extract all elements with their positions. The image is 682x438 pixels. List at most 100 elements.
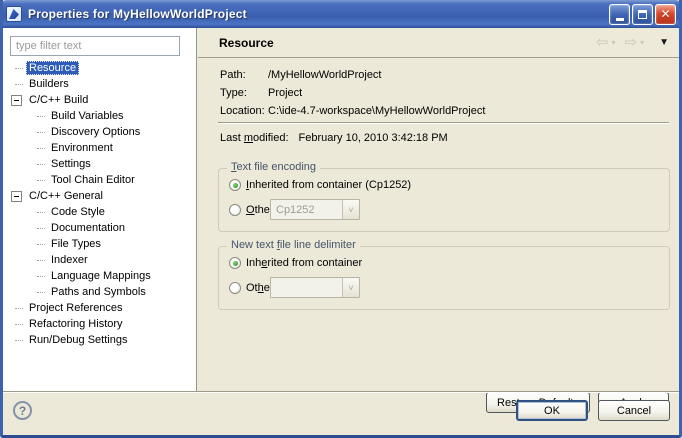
tree-item-label: Refactoring History	[26, 317, 126, 331]
location-label: Location:	[220, 105, 268, 117]
tree-item-environment[interactable]: Environment	[3, 140, 196, 156]
radio-checked-icon[interactable]	[229, 179, 241, 191]
tree-item-file-types[interactable]: File Types	[3, 236, 196, 252]
tree-connector	[37, 148, 45, 149]
collapse-minus-icon[interactable]	[11, 95, 22, 106]
dialog-body: Resource Builders C/C++ Build Build Variabl…	[3, 28, 679, 435]
separator	[218, 122, 669, 124]
tree-connector	[37, 116, 45, 117]
tree-item-label: C/C++ Build	[26, 93, 91, 107]
radio-unchecked-icon[interactable]	[229, 282, 241, 294]
tree-item-label: Project References	[26, 301, 126, 315]
tree-item-builders[interactable]: Builders	[3, 76, 196, 92]
text-file-encoding-title: Text file encoding	[227, 161, 320, 173]
line-delimiter-title: New text file line delimiter	[227, 239, 360, 251]
encoding-combo-value: Cp1252	[271, 204, 342, 216]
type-value: Project	[268, 87, 302, 99]
properties-dialog: Properties for MyHellowWorldProject ✕ Re…	[0, 0, 682, 438]
minimize-button[interactable]	[609, 4, 630, 25]
close-icon: ✕	[660, 8, 670, 20]
tree-item-build-variables[interactable]: Build Variables	[3, 108, 196, 124]
cancel-button[interactable]: Cancel	[598, 400, 670, 421]
window-title: Properties for MyHellowWorldProject	[28, 7, 609, 21]
close-button[interactable]: ✕	[655, 4, 676, 25]
chevron-down-icon[interactable]: ˅	[342, 200, 359, 219]
tree-item-code-style[interactable]: Code Style	[3, 204, 196, 220]
title-bar: Properties for MyHellowWorldProject ✕	[0, 0, 682, 28]
path-label: Path:	[220, 69, 268, 81]
path-row: Path: /MyHellowWorldProject	[220, 69, 382, 81]
tree-item-discovery-options[interactable]: Discovery Options	[3, 124, 196, 140]
navigation-panel: Resource Builders C/C++ Build Build Variabl…	[3, 28, 197, 391]
tree-connector	[37, 292, 45, 293]
tree-connector	[37, 228, 45, 229]
page-title: Resource	[219, 36, 596, 50]
forward-arrow-icon[interactable]: ⇨	[625, 35, 638, 50]
last-modified-row: Last modified: February 10, 2010 3:42:18…	[220, 132, 448, 144]
tree-item-label: Run/Debug Settings	[26, 333, 130, 347]
back-dropdown-icon[interactable]: ▾	[611, 39, 615, 47]
help-icon[interactable]: ?	[13, 401, 32, 420]
location-row: Location: C:\ide-4.7-workspace\MyHellowW…	[220, 105, 485, 117]
collapse-minus-icon[interactable]	[11, 191, 22, 202]
tree-item-label: Language Mappings	[48, 269, 154, 283]
tree-item-run-debug-settings[interactable]: Run/Debug Settings	[3, 332, 196, 348]
encoding-inherited-option[interactable]: Inherited from container (Cp1252)	[229, 178, 411, 192]
radio-unchecked-icon[interactable]	[229, 204, 241, 216]
type-row: Type: Project	[220, 87, 302, 99]
tree-item-label: Environment	[48, 141, 116, 155]
forward-dropdown-icon[interactable]: ▾	[640, 39, 644, 47]
delimiter-inherited-option[interactable]: Inherited from container	[229, 256, 362, 270]
tree-connector	[15, 84, 23, 85]
tree-item-label: Discovery Options	[48, 125, 143, 139]
path-value: /MyHellowWorldProject	[268, 69, 382, 81]
tree-connector	[37, 260, 45, 261]
radio-checked-icon[interactable]	[229, 257, 241, 269]
maximize-button[interactable]	[632, 4, 653, 25]
tree-item-label: Documentation	[48, 221, 128, 235]
back-arrow-icon[interactable]: ⇦	[596, 35, 609, 50]
tree-item-label: Settings	[48, 157, 94, 171]
location-value: C:\ide-4.7-workspace\MyHellowWorldProjec…	[268, 105, 485, 117]
encoding-combo[interactable]: Cp1252 ˅	[270, 199, 360, 220]
tree-connector	[37, 212, 45, 213]
resource-page: Resource ⇦ ▾ ⇨ ▾ ▼ Path: /MyHellowWorldP…	[198, 28, 679, 391]
delimiter-combo[interactable]: ˅	[270, 277, 360, 298]
text-file-encoding-group: Text file encoding Inherited from contai…	[218, 168, 670, 232]
tree-item-resource[interactable]: Resource	[3, 60, 196, 76]
last-modified-value: February 10, 2010 3:42:18 PM	[299, 132, 448, 144]
page-content: Path: /MyHellowWorldProject Type: Projec…	[198, 59, 679, 391]
tree-item-label: Paths and Symbols	[48, 285, 149, 299]
tree-item-documentation[interactable]: Documentation	[3, 220, 196, 236]
chevron-down-icon[interactable]: ˅	[342, 278, 359, 297]
delimiter-inherited-label: Inherited from container	[246, 257, 362, 269]
tree-item-label: Indexer	[48, 253, 91, 267]
tree-connector	[37, 164, 45, 165]
tree-item-label: File Types	[48, 237, 104, 251]
tree-item-label: C/C++ General	[26, 189, 106, 203]
tree-item-paths-and-symbols[interactable]: Paths and Symbols	[3, 284, 196, 300]
tree-item-project-references[interactable]: Project References	[3, 300, 196, 316]
tree-item-label: Tool Chain Editor	[48, 173, 138, 187]
bottom-bar: ? OK Cancel	[3, 393, 679, 435]
tree-item-label: Build Variables	[48, 109, 127, 123]
tree-connector	[37, 244, 45, 245]
tree-item-refactoring-history[interactable]: Refactoring History	[3, 316, 196, 332]
tree-item-language-mappings[interactable]: Language Mappings	[3, 268, 196, 284]
view-menu-icon[interactable]: ▼	[659, 38, 669, 48]
tree-item-label: Builders	[26, 77, 72, 91]
tree-connector	[37, 180, 45, 181]
tree-connector	[37, 132, 45, 133]
tree-item-c-c-general[interactable]: C/C++ General	[3, 188, 196, 204]
tree-connector	[15, 308, 23, 309]
tree-item-settings[interactable]: Settings	[3, 156, 196, 172]
ok-button[interactable]: OK	[516, 400, 588, 421]
tree-item-tool-chain-editor[interactable]: Tool Chain Editor	[3, 172, 196, 188]
encoding-inherited-label: Inherited from container (Cp1252)	[246, 179, 411, 191]
window-icon	[6, 6, 22, 22]
tree-connector	[15, 68, 23, 69]
tree-item-label: Resource	[26, 61, 79, 75]
tree-item-indexer[interactable]: Indexer	[3, 252, 196, 268]
filter-input[interactable]	[10, 36, 180, 56]
tree-item-c-c-build[interactable]: C/C++ Build	[3, 92, 196, 108]
